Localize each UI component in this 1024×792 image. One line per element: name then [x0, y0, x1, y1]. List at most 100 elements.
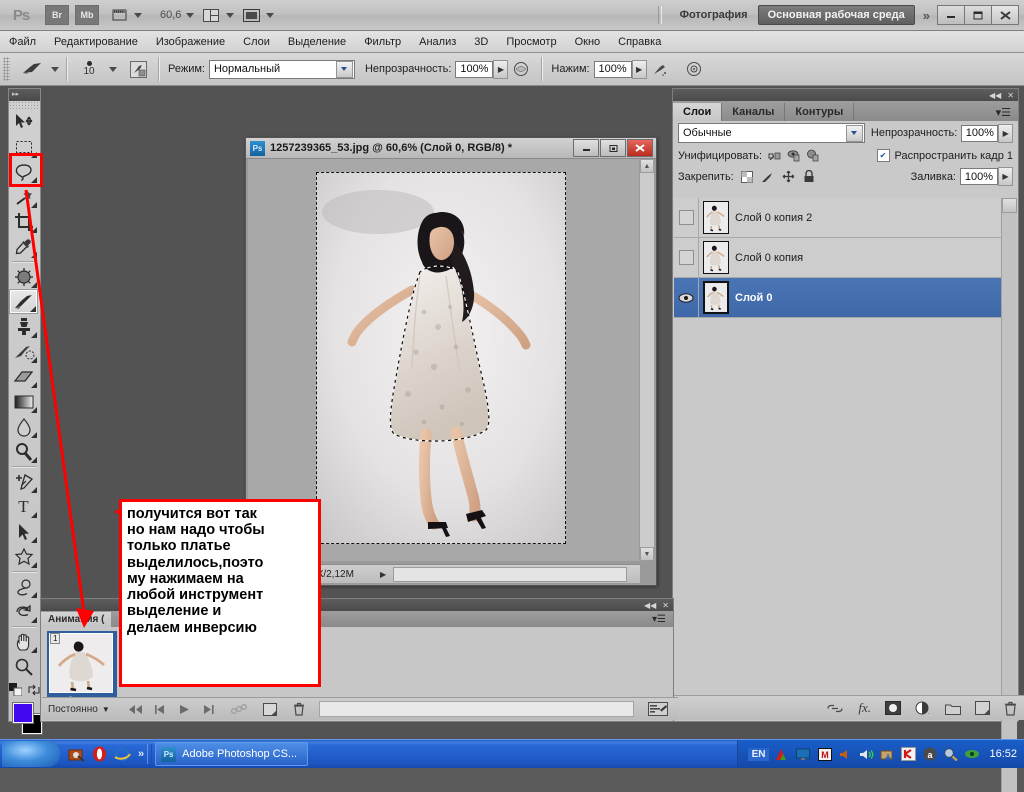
- magic-wand-tool[interactable]: [9, 184, 38, 209]
- app-minimize-button[interactable]: [937, 5, 965, 25]
- menu-item-analysis[interactable]: Анализ: [410, 34, 465, 50]
- spot-healing-brush-tool[interactable]: [9, 264, 38, 289]
- screen-mode-chevron-down-icon[interactable]: [266, 13, 274, 18]
- fill-stepper-icon[interactable]: ▶: [998, 167, 1013, 186]
- launch-bridge-button[interactable]: Br: [45, 5, 69, 25]
- tools-panel-collapse-button[interactable]: ▸▸: [9, 89, 40, 101]
- document-minimize-button[interactable]: [573, 139, 599, 157]
- m-icon[interactable]: M: [817, 747, 832, 762]
- unify-style-icon[interactable]: [806, 149, 820, 162]
- play-icon[interactable]: [178, 704, 191, 715]
- start-button[interactable]: [2, 741, 60, 767]
- gradient-tool[interactable]: [9, 389, 38, 414]
- scroll-down-button[interactable]: ▼: [640, 547, 654, 561]
- opera-icon[interactable]: [92, 746, 107, 762]
- layer-thumbnail[interactable]: [703, 201, 729, 234]
- animation-panel-menu-icon[interactable]: ▾☰: [645, 614, 673, 625]
- menu-item-file[interactable]: Файл: [0, 34, 45, 50]
- brush-size-value[interactable]: 10: [74, 67, 104, 77]
- scroll-up-button[interactable]: ▲: [640, 159, 654, 173]
- fx-icon[interactable]: fx.: [858, 700, 871, 716]
- arrange-chevron-down-icon[interactable]: [226, 13, 234, 18]
- brush-preset-chevron-down-icon[interactable]: [51, 67, 59, 72]
- app-close-button[interactable]: [991, 5, 1019, 25]
- link-icon[interactable]: [826, 702, 844, 715]
- internet-explorer-icon[interactable]: [114, 746, 131, 762]
- zoom-level-value[interactable]: 60,6: [160, 9, 181, 21]
- view-extras-chevron-down-icon[interactable]: [134, 13, 142, 18]
- tab-animation[interactable]: Анимация (: [41, 612, 111, 627]
- document-restore-button[interactable]: [600, 139, 626, 157]
- layer-opacity-stepper-icon[interactable]: ▶: [998, 124, 1013, 143]
- menu-item-view[interactable]: Просмотр: [497, 34, 565, 50]
- layers-panel-close-icon[interactable]: ✕: [1007, 91, 1014, 100]
- dodge-tool[interactable]: [9, 439, 38, 464]
- table-row[interactable]: Слой 0 копия: [674, 238, 1001, 278]
- new-layer-icon[interactable]: [975, 701, 990, 715]
- pen-tool[interactable]: [9, 469, 38, 494]
- menu-item-layers[interactable]: Слои: [234, 34, 279, 50]
- animation-panel-close-icon[interactable]: ✕: [662, 601, 669, 610]
- document-close-button[interactable]: [627, 139, 653, 157]
- document-horizontal-scrollbar[interactable]: [393, 567, 627, 582]
- clock[interactable]: 16:52: [989, 748, 1017, 760]
- propagate-frame-checkbox[interactable]: ✔: [877, 149, 890, 162]
- volume-icon[interactable]: [859, 747, 874, 762]
- lock-image-pixels-icon[interactable]: [761, 171, 774, 183]
- menu-item-select[interactable]: Выделение: [279, 34, 355, 50]
- crop-tool[interactable]: [9, 209, 38, 234]
- brush-tool-preview-icon[interactable]: [20, 59, 46, 79]
- view-extras-icon[interactable]: [109, 6, 129, 24]
- unify-visibility-icon[interactable]: [787, 149, 801, 162]
- layer-opacity-input[interactable]: 100%: [961, 125, 998, 142]
- new-group-icon[interactable]: [945, 702, 961, 715]
- lock-position-icon[interactable]: [782, 170, 795, 183]
- layers-panel-menu-icon[interactable]: ▾☰: [989, 104, 1018, 121]
- select-next-frame-icon[interactable]: [201, 704, 215, 715]
- animation-panel-collapse-icon[interactable]: ◀◀: [644, 601, 656, 610]
- adjustment-layer-icon[interactable]: .: [915, 701, 931, 715]
- workspace-essentials-button[interactable]: Основная рабочая среда: [758, 5, 915, 25]
- opacity-stepper-icon[interactable]: ▶: [493, 60, 508, 79]
- brush-size-chevron-down-icon[interactable]: [109, 67, 117, 72]
- lock-all-icon[interactable]: [803, 170, 815, 183]
- swap-colors-icon[interactable]: [28, 684, 40, 696]
- monitor-icon[interactable]: [796, 747, 811, 762]
- more-chevron-icon[interactable]: »: [138, 748, 144, 760]
- media-player-icon[interactable]: [68, 746, 85, 763]
- menu-item-3d[interactable]: 3D: [465, 34, 497, 50]
- opacity-pressure-icon[interactable]: [508, 59, 534, 79]
- menu-item-edit[interactable]: Редактирование: [45, 34, 147, 50]
- layer-visibility-toggle[interactable]: [674, 278, 699, 317]
- blend-mode-chevron-down-icon[interactable]: [336, 61, 353, 78]
- fill-value-input[interactable]: 100%: [960, 168, 998, 185]
- table-row[interactable]: Слой 0: [674, 278, 1001, 318]
- app-restore-button[interactable]: [964, 5, 992, 25]
- toggle-brush-panel-icon[interactable]: [125, 59, 151, 79]
- volume-mute-icon[interactable]: [838, 747, 853, 762]
- launch-mini-bridge-button[interactable]: Mb: [75, 5, 99, 25]
- layer-visibility-toggle[interactable]: [674, 198, 699, 237]
- blur-tool[interactable]: [9, 414, 38, 439]
- default-colors-icon[interactable]: [9, 683, 22, 696]
- status-expand-icon[interactable]: ▶: [380, 570, 386, 579]
- language-indicator[interactable]: EN: [748, 748, 770, 761]
- animation-timeline-scrollbar[interactable]: [319, 701, 634, 717]
- tablet-pressure-icon[interactable]: [681, 59, 707, 79]
- layer-thumbnail[interactable]: [703, 241, 729, 274]
- opacity-value-input[interactable]: 100%: [455, 61, 493, 78]
- select-previous-frame-icon[interactable]: [154, 704, 168, 715]
- kaspersky-icon[interactable]: [901, 747, 916, 762]
- layer-blend-mode-select[interactable]: Обычные: [678, 123, 865, 143]
- layer-mask-icon[interactable]: [885, 701, 901, 715]
- brush-tool[interactable]: [9, 289, 38, 314]
- lock-transparent-pixels-icon[interactable]: [741, 171, 753, 183]
- a-icon[interactable]: a: [922, 747, 937, 762]
- move-tool[interactable]: [9, 109, 38, 134]
- eye-icon[interactable]: [964, 747, 979, 762]
- tab-paths[interactable]: Контуры: [785, 103, 854, 121]
- history-brush-tool[interactable]: [9, 339, 38, 364]
- eraser-tool[interactable]: [9, 364, 38, 389]
- clone-stamp-tool[interactable]: [9, 314, 38, 339]
- layer-thumbnail[interactable]: [703, 281, 729, 314]
